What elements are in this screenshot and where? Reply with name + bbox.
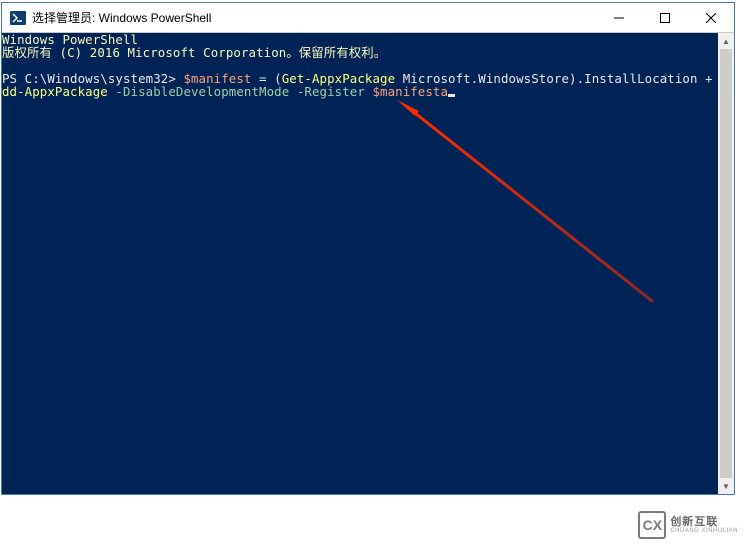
console-text: Windows PowerShell 版权所有 (C) 2016 Microso… (2, 33, 718, 98)
watermark: CX 创新互联 CHUANG XINHULIAN (638, 511, 738, 539)
text-cursor (448, 94, 455, 97)
watermark-logo: CX (638, 511, 666, 539)
window-title: 选择管理员: Windows PowerShell (32, 9, 211, 26)
watermark-main: 创新互联 (670, 516, 738, 528)
annotation-arrow (2, 33, 720, 494)
watermark-sub: CHUANG XINHULIAN (670, 528, 738, 535)
console-area[interactable]: Windows PowerShell 版权所有 (C) 2016 Microso… (2, 33, 734, 494)
powershell-icon (10, 10, 26, 26)
scroll-up-button[interactable]: ▲ (718, 33, 734, 49)
titlebar[interactable]: 选择管理员: Windows PowerShell (2, 3, 734, 33)
scroll-track[interactable] (718, 49, 734, 478)
ps-variable: $manifesta (372, 84, 448, 99)
ps-flag: -DisableDevelopmentMode (108, 84, 289, 99)
ps-cmdlet: dd-AppxPackage (2, 84, 108, 99)
minimize-button[interactable] (596, 3, 642, 33)
powershell-window: 选择管理员: Windows PowerShell Windows PowerS… (1, 2, 735, 495)
scroll-thumb[interactable] (720, 49, 732, 478)
maximize-button[interactable] (642, 3, 688, 33)
vertical-scrollbar[interactable]: ▲ ▼ (718, 33, 734, 494)
close-button[interactable] (688, 3, 734, 33)
ps-flag: -Register (289, 84, 372, 99)
scroll-down-button[interactable]: ▼ (718, 478, 734, 494)
ps-copyright: 版权所有 (C) 2016 Microsoft Corporation。保留所有… (2, 45, 386, 60)
watermark-text: 创新互联 CHUANG XINHULIAN (670, 516, 738, 535)
